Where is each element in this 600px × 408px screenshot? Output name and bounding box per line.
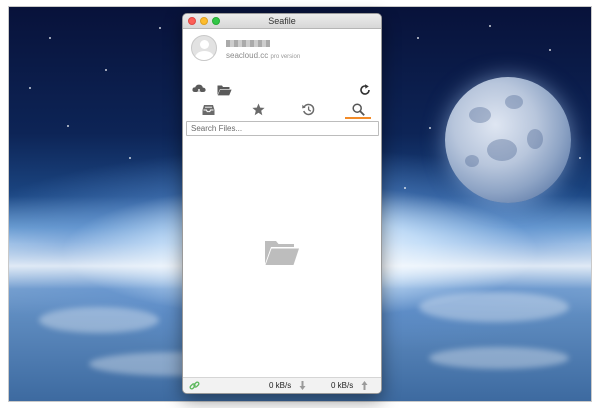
tab-bar	[183, 99, 381, 119]
status-bar: 0 kB/s 0 kB/s	[183, 377, 381, 393]
cloud-download-icon[interactable]	[192, 84, 206, 96]
upload-arrow-icon	[361, 381, 368, 390]
tab-activity[interactable]	[283, 99, 333, 119]
edition-label: pro version	[270, 54, 301, 60]
search-files-input[interactable]	[186, 121, 379, 136]
server-address: seacloud.cc	[226, 51, 269, 60]
user-avatar-icon[interactable]	[191, 35, 217, 61]
account-name-redacted	[226, 40, 270, 47]
empty-folder-icon	[265, 241, 299, 265]
window-title: Seafile	[268, 16, 296, 26]
seafile-window: Seafile seacloud.cc pro version Search F…	[182, 13, 382, 394]
star-icon	[251, 103, 265, 115]
search-icon	[351, 102, 365, 116]
inbox-tray-icon	[202, 104, 214, 115]
tab-search[interactable]	[333, 99, 381, 119]
link-icon[interactable]	[189, 380, 200, 391]
search-results-area	[183, 138, 381, 376]
account-panel: seacloud.cc pro version	[183, 29, 381, 99]
refresh-icon[interactable]	[359, 84, 371, 96]
tab-libraries[interactable]	[183, 99, 233, 119]
moon	[445, 77, 571, 203]
title-bar: Seafile	[183, 14, 381, 29]
open-folder-icon[interactable]	[217, 84, 232, 96]
history-icon	[301, 103, 314, 115]
server-info: seacloud.cc pro version	[226, 51, 300, 60]
download-arrow-icon	[299, 381, 306, 390]
tab-starred[interactable]	[233, 99, 283, 119]
upload-rate: 0 kB/s	[331, 381, 354, 390]
download-rate: 0 kB/s	[269, 381, 292, 390]
